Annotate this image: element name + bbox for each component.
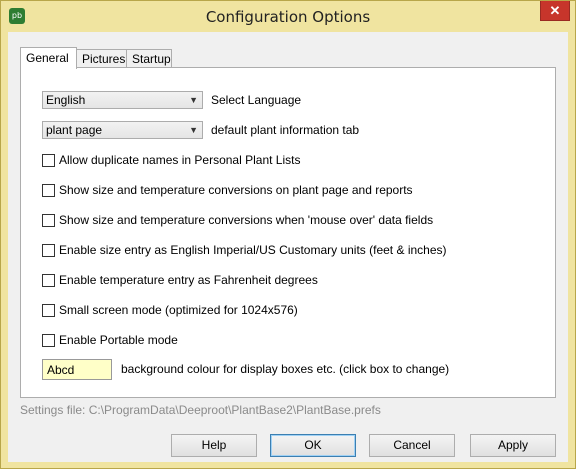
checkbox[interactable]: [42, 244, 55, 257]
language-select-value: English: [46, 93, 86, 107]
background-colour-label: background colour for display boxes etc.…: [121, 362, 450, 376]
plant-tab-select[interactable]: plant page ▼: [42, 121, 203, 139]
ok-button[interactable]: OK: [270, 434, 356, 457]
option-label: Show size and temperature conversions wh…: [59, 213, 434, 227]
tab-pictures[interactable]: Pictures: [76, 49, 127, 68]
checkbox[interactable]: [42, 274, 55, 287]
option-label: Allow duplicate names in Personal Plant …: [59, 153, 301, 167]
checkbox[interactable]: [42, 154, 55, 167]
general-panel: English ▼ Select Language plant page ▼ d…: [20, 67, 556, 398]
option-label: Show size and temperature conversions on…: [59, 183, 413, 197]
help-button[interactable]: Help: [171, 434, 257, 457]
tab-startup[interactable]: Startup: [126, 49, 172, 68]
option-label: Small screen mode (optimized for 1024x57…: [59, 303, 298, 317]
checkbox[interactable]: [42, 214, 55, 227]
tab-general[interactable]: General: [20, 47, 77, 69]
option-label: Enable size entry as English Imperial/US…: [59, 243, 447, 257]
title-bar[interactable]: pb Configuration Options ✕: [1, 1, 575, 32]
checkbox[interactable]: [42, 304, 55, 317]
option-label: Enable Portable mode: [59, 333, 178, 347]
apply-button[interactable]: Apply: [470, 434, 556, 457]
checkbox[interactable]: [42, 184, 55, 197]
plant-tab-select-label: default plant information tab: [211, 123, 360, 137]
option-label: Enable temperature entry as Fahrenheit d…: [59, 273, 318, 287]
language-select[interactable]: English ▼: [42, 91, 203, 109]
plant-tab-select-value: plant page: [46, 123, 103, 137]
chevron-down-icon: ▼: [189, 125, 198, 135]
window-title: Configuration Options: [205, 8, 371, 26]
config-window: pb Configuration Options ✕ General Pictu…: [0, 0, 576, 469]
language-select-label: Select Language: [211, 93, 302, 107]
dialog-client: General Pictures Startup English ▼ Selec…: [8, 32, 568, 462]
cancel-button[interactable]: Cancel: [369, 434, 455, 457]
close-button[interactable]: ✕: [540, 1, 570, 21]
chevron-down-icon: ▼: [189, 95, 198, 105]
close-icon: ✕: [549, 3, 561, 18]
checkbox[interactable]: [42, 334, 55, 347]
background-colour-box[interactable]: Abcd: [42, 359, 112, 380]
settings-file-path: Settings file: C:\ProgramData\Deeproot\P…: [20, 403, 381, 417]
